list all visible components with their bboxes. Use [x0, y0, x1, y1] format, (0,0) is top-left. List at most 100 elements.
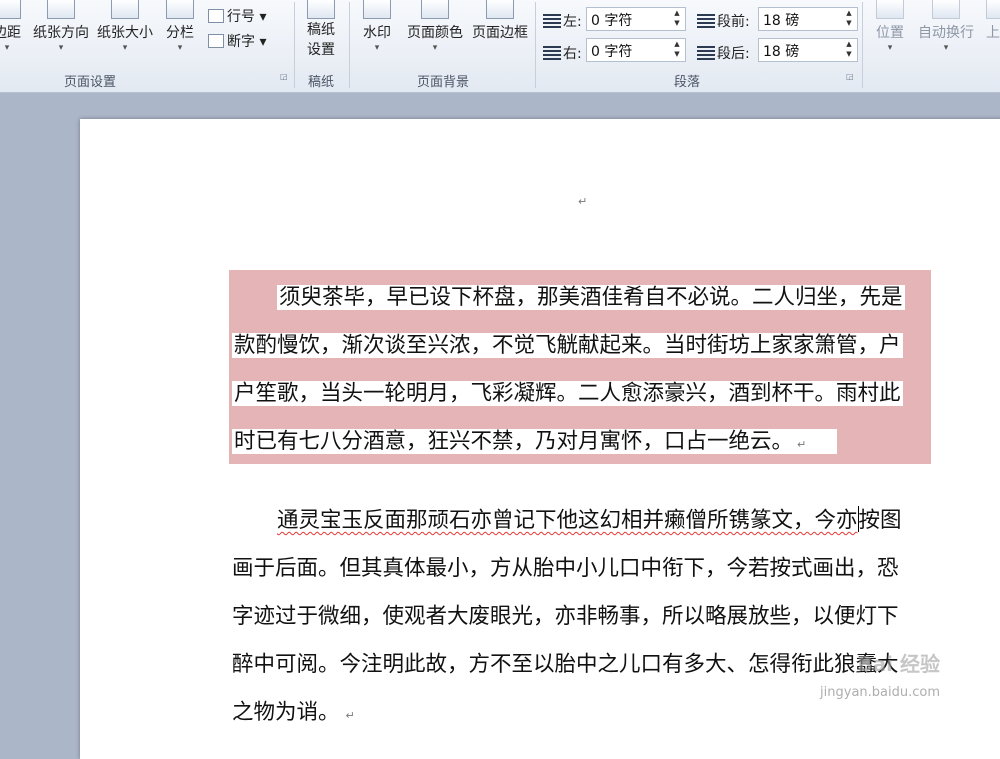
- orientation-icon: [47, 0, 75, 19]
- chevron-down-icon: ▾: [943, 43, 949, 53]
- columns-icon: [166, 0, 194, 19]
- wrap-text-button[interactable]: 自动换行 ▾: [914, 0, 978, 54]
- indent-right-value: 0 字符: [591, 44, 633, 60]
- space-after-value: 18 磅: [763, 44, 800, 60]
- paragraph-2-line-1[interactable]: 通灵宝玉反面那顽石亦曾记下他这幻相并癞僧所镌篆文，今亦按图: [277, 506, 902, 536]
- ribbon: 边距 ▾ 纸张方向 ▾ 纸张大小 ▾ 分栏 ▾ 行号 ▾ 断字 ▾ 页面设置 ◲…: [0, 0, 1000, 93]
- indent-right-spinner[interactable]: 0 字符 ▲ ▼: [586, 38, 686, 62]
- paragraph-2-line-2[interactable]: 画于后面。但其真体最小，方从胎中小儿口中衔下，今若按式画出，恐: [232, 554, 899, 584]
- dialog-launcher-icon[interactable]: ◲: [846, 72, 855, 81]
- hyphenation-button[interactable]: 断字 ▾: [208, 31, 266, 51]
- text-run: 时已有七八分酒意，狂兴不禁，乃对月寓怀，口占一绝云。: [232, 429, 838, 454]
- baidu-watermark-url: jingyan.baidu.com: [820, 685, 940, 700]
- spinner-arrows-icon[interactable]: ▲ ▼: [844, 39, 854, 59]
- paragraph-2-line-3[interactable]: 字迹过于微细，使观者大废眼光，亦非畅事，所以略展放些，以便灯下: [232, 602, 899, 632]
- space-before-icon: [697, 14, 715, 28]
- manuscript-label-line1: 稿纸: [307, 22, 335, 38]
- indent-left-icon: [543, 14, 561, 28]
- indent-right-text: 右:: [563, 46, 582, 62]
- chevron-down-icon: ▾: [4, 43, 10, 53]
- manuscript-label-line2: 设置: [307, 42, 335, 58]
- chevron-down-icon: ▾: [374, 43, 380, 53]
- group-divider: [862, 2, 863, 88]
- group-divider: [535, 2, 536, 88]
- margins-label: 边距: [0, 25, 21, 41]
- page-borders-icon: [486, 0, 514, 19]
- text-run: 画于后面。但其真体最小，方从胎中小儿口中衔下，今若按式画出，恐: [232, 556, 899, 581]
- columns-label: 分栏: [166, 25, 194, 41]
- wrap-text-label: 自动换行: [918, 25, 974, 41]
- chevron-down-icon: ▾: [432, 43, 438, 53]
- paragraph-2-line-5[interactable]: 之物为诮。 ↵: [232, 698, 355, 728]
- text-run: 款酌慢饮，渐次谈至兴浓，不觉飞觥献起来。当时街坊上家家箫管，户: [232, 333, 903, 358]
- manuscript-label: 稿纸 设置: [298, 20, 344, 60]
- position-button[interactable]: 位置 ▾: [870, 0, 910, 54]
- paragraph-1-line-3[interactable]: 户笙歌，当头一轮明月，飞彩凝辉。二人愈添豪兴，酒到杯干。雨村此: [232, 379, 903, 409]
- position-icon: [876, 0, 904, 19]
- space-after-text: 段后:: [717, 46, 750, 62]
- columns-button[interactable]: 分栏 ▾: [162, 0, 198, 54]
- spinner-arrows-icon[interactable]: ▲ ▼: [672, 8, 682, 28]
- watermark-icon: [363, 0, 391, 19]
- manuscript-settings-button[interactable]: 稿纸 设置: [298, 0, 344, 60]
- indent-right-icon: [543, 46, 561, 60]
- chevron-down-icon: ▾: [177, 43, 183, 53]
- line-numbers-label: 行号 ▾: [227, 9, 267, 25]
- orientation-button[interactable]: 纸张方向 ▾: [30, 0, 92, 54]
- text-run: 须臾茶毕，早已设下杯盘，那美酒佳肴自不必说。二人归坐，先是: [277, 285, 905, 310]
- page-size-icon: [111, 0, 139, 19]
- paragraph-2-line-4[interactable]: 醉中可阅。今注明此故，方不至以胎中之儿口有多大、怎得衔此狼蠢大: [232, 650, 899, 680]
- space-after-icon: [697, 46, 715, 60]
- indent-left-spinner[interactable]: 0 字符 ▲ ▼: [586, 7, 686, 31]
- text-run: 醉中可阅。今注明此故，方不至以胎中之儿口有多大、怎得衔此狼蠢大: [232, 652, 899, 677]
- wrap-text-icon: [932, 0, 960, 19]
- dialog-launcher-icon[interactable]: ◲: [280, 72, 289, 81]
- indent-right-label: 右:: [543, 43, 582, 63]
- text-run: 字迹过于微细，使观者大废眼光，亦非畅事，所以略展放些，以便灯下: [232, 604, 899, 629]
- indent-left-value: 0 字符: [591, 13, 633, 29]
- margins-button[interactable]: 边距 ▾: [0, 0, 28, 54]
- space-before-label: 段前:: [697, 11, 750, 31]
- text-run: 户笙歌，当头一轮明月，飞彩凝辉。二人愈添豪兴，酒到杯干。雨村此: [232, 381, 903, 406]
- hyphenation-label: 断字 ▾: [227, 34, 267, 50]
- size-label: 纸张大小: [97, 25, 153, 41]
- page-color-button[interactable]: 页面颜色 ▾: [403, 0, 467, 54]
- paragraph-1-line-1[interactable]: 须臾茶毕，早已设下杯盘，那美酒佳肴自不必说。二人归坐，先是: [277, 283, 905, 313]
- hyphenation-icon: [208, 34, 224, 48]
- baidu-watermark-logo: Bai 经验: [857, 652, 940, 676]
- page-setup-group-label: 页面设置: [63, 75, 116, 90]
- page-color-label: 页面颜色: [407, 25, 463, 41]
- paragraph-1-line-4[interactable]: 时已有七八分酒意，狂兴不禁，乃对月寓怀，口占一绝云。 ↵: [232, 427, 846, 457]
- indent-left-text: 左:: [563, 14, 582, 30]
- bring-forward-icon: [986, 0, 1000, 19]
- spinner-arrows-icon[interactable]: ▲ ▼: [844, 8, 854, 28]
- chevron-down-icon: ▾: [58, 43, 64, 53]
- page-background-group-label: 页面背景: [416, 75, 469, 90]
- position-label: 位置: [876, 25, 904, 41]
- indent-left-label: 左:: [543, 11, 582, 31]
- page-borders-button[interactable]: 页面边框: [469, 0, 531, 42]
- line-numbers-button[interactable]: 行号 ▾: [208, 6, 266, 26]
- empty-paragraph-mark: ↵: [578, 195, 588, 208]
- watermark-button[interactable]: 水印 ▾: [357, 0, 397, 54]
- space-before-text: 段前:: [717, 14, 750, 30]
- page-borders-label: 页面边框: [472, 25, 528, 41]
- size-button[interactable]: 纸张大小 ▾: [94, 0, 156, 54]
- chevron-down-icon: ▾: [122, 43, 128, 53]
- watermark-label: 水印: [363, 25, 391, 41]
- text-run: 之物为诮。: [232, 700, 340, 725]
- bring-forward-label: 上移: [986, 25, 1000, 41]
- spinner-arrows-icon[interactable]: ▲ ▼: [672, 39, 682, 59]
- space-after-label: 段后:: [697, 43, 750, 63]
- paragraph-1-line-2[interactable]: 款酌慢饮，渐次谈至兴浓，不觉飞觥献起来。当时街坊上家家箫管，户: [232, 331, 903, 361]
- group-divider: [349, 2, 350, 88]
- page-color-icon: [421, 0, 449, 19]
- manuscript-group-label: 稿纸: [307, 75, 334, 90]
- space-before-spinner[interactable]: 18 磅 ▲ ▼: [758, 7, 858, 31]
- text-run: 按图: [858, 508, 902, 533]
- space-after-spinner[interactable]: 18 磅 ▲ ▼: [758, 38, 858, 62]
- margins-icon: [0, 0, 21, 19]
- bring-forward-button[interactable]: 上移: [980, 0, 1000, 42]
- manuscript-icon: [307, 0, 335, 19]
- paragraph-group-label: 段落: [673, 75, 700, 90]
